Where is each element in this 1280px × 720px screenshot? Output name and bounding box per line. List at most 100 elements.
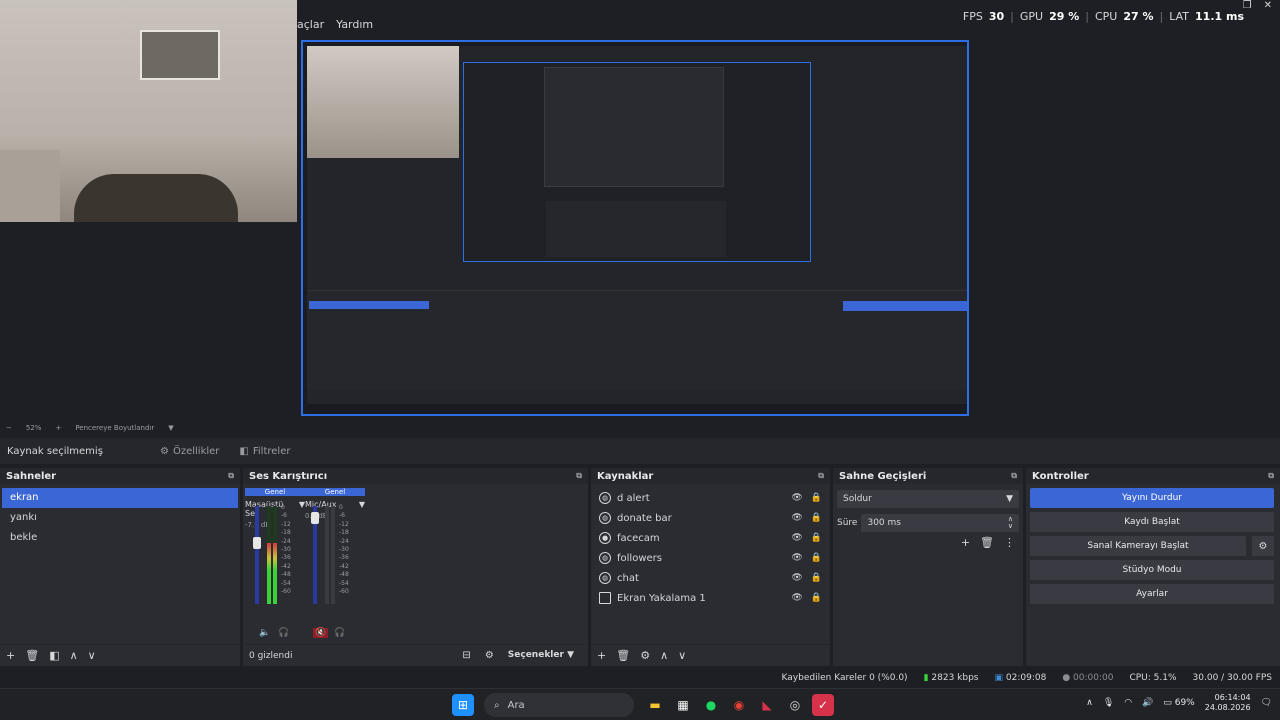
menu-item-tools[interactable]: açlar [297, 18, 324, 31]
level-meter-mic-r [331, 506, 335, 604]
windows-start-icon[interactable]: ⊞ [452, 694, 474, 716]
transition-select[interactable]: Soldur ▼ [837, 490, 1019, 508]
settings-icon[interactable]: ⚙ [485, 650, 494, 661]
wifi-icon[interactable]: ◠ [1124, 698, 1132, 708]
duration-spinbox[interactable]: 300 ms ∧ ∨ [861, 514, 1019, 532]
source-item[interactable]: Ekran Yakalama 1 👁 🔒 [591, 588, 830, 608]
scene-item-ekran[interactable]: ekran [2, 488, 238, 508]
move-down-icon[interactable]: ∨ [88, 649, 96, 662]
filter-icon[interactable]: ◧ [49, 649, 59, 662]
notification-icon[interactable]: 🗨 [1261, 698, 1272, 708]
add-icon[interactable]: + [597, 649, 606, 662]
stepper-icon[interactable]: ∧ ∨ [1008, 516, 1013, 530]
scene-item-yanki[interactable]: yankı [2, 508, 238, 528]
lock-icon[interactable]: 🔒 [811, 553, 822, 563]
gear-icon[interactable]: ⚙ [1252, 536, 1274, 556]
filters-button[interactable]: ◧ Filtreler [229, 446, 300, 457]
popout-icon[interactable]: ⧉ [228, 471, 234, 481]
spotify-icon[interactable]: ● [700, 694, 722, 716]
layout-icon[interactable]: ⊟ [462, 650, 470, 661]
obs-icon[interactable]: ◎ [784, 694, 806, 716]
stream-time: 02:09:08 [1005, 673, 1047, 683]
gear-icon[interactable]: ⚙ [640, 649, 650, 662]
eye-icon[interactable]: 👁 [791, 553, 802, 563]
eye-icon[interactable]: 👁 [791, 593, 802, 603]
trash-icon[interactable]: 🗑 [25, 649, 39, 662]
add-icon[interactable]: + [961, 536, 970, 549]
volume-icon[interactable]: 🔊 [1142, 698, 1153, 708]
preview-canvas[interactable] [301, 40, 969, 416]
source-item[interactable]: ◍ d alert 👁 🔒 [591, 488, 830, 508]
file-explorer-icon[interactable]: ▬ [644, 694, 666, 716]
sources-panel: Kaynaklar ⧉ ◍ d alert 👁 🔒 ◍ donate bar 👁 🔒 ● fac… [591, 468, 830, 666]
move-down-icon[interactable]: ∨ [678, 649, 686, 662]
source-item[interactable]: ● facecam 👁 🔒 [591, 528, 830, 548]
taskbar-search[interactable]: ⌕ Ara [484, 693, 634, 717]
source-item[interactable]: ◍ donate bar 👁 🔒 [591, 508, 830, 528]
start-recording-button[interactable]: Kaydı Başlat [1030, 512, 1274, 532]
battery-row[interactable]: ▭ 69% [1163, 698, 1194, 708]
chevron-down-icon[interactable]: ▼ [168, 424, 173, 432]
transition-tools: + 🗑 ⋮ [833, 536, 1023, 549]
app-icon[interactable]: ◣ [756, 694, 778, 716]
source-toolbar: Kaynak seçilmemiş ⚙ Özellikler ◧ Filtreler [0, 438, 1280, 464]
source-item[interactable]: ◍ chat 👁 🔒 [591, 568, 830, 588]
start-virtual-camera-button[interactable]: Sanal Kamerayı Başlat [1030, 536, 1246, 556]
add-icon[interactable]: + [6, 649, 15, 662]
monitor-icon [599, 592, 611, 604]
scene-item-bekle[interactable]: bekle [2, 528, 238, 548]
app-red-icon[interactable]: ✓ [812, 694, 834, 716]
lock-icon[interactable]: 🔒 [811, 513, 822, 523]
stream-time-row: ▣ 02:09:08 [995, 673, 1047, 683]
properties-label: Özellikler [172, 445, 220, 457]
close-icon[interactable]: ✕ [1264, 0, 1272, 11]
options-button[interactable]: Seçenekler ▼ [508, 650, 574, 661]
lock-icon[interactable]: 🔒 [811, 573, 822, 583]
eye-icon[interactable]: 👁 [791, 533, 802, 543]
mic-muted-icon[interactable]: 🔇 [313, 628, 329, 638]
studio-mode-button[interactable]: Stüdyo Modu [1030, 560, 1274, 580]
trash-icon[interactable]: 🗑 [616, 649, 630, 662]
battery-icon: ▭ [1163, 698, 1172, 708]
properties-button[interactable]: ⚙ Özellikler [150, 446, 229, 457]
more-icon[interactable]: ⋮ [1004, 536, 1015, 549]
eye-icon[interactable]: 👁 [791, 573, 802, 583]
stop-stream-button[interactable]: Yayını Durdur [1030, 488, 1274, 508]
speaker-icon[interactable]: 🔈 [259, 628, 270, 638]
move-up-icon[interactable]: ∧ [70, 649, 78, 662]
source-item[interactable]: ◍ followers 👁 🔒 [591, 548, 830, 568]
chrome-icon[interactable]: ◉ [728, 694, 750, 716]
zoom-out-icon[interactable]: − [6, 424, 12, 432]
popout-icon[interactable]: ⧉ [1011, 471, 1017, 481]
lock-icon[interactable]: 🔒 [811, 533, 822, 543]
eye-icon[interactable]: 👁 [791, 513, 802, 523]
meter-tick: -18 [281, 529, 291, 537]
popout-icon[interactable]: ⧉ [818, 471, 824, 481]
lock-icon[interactable]: 🔒 [811, 493, 822, 503]
menu-item-help[interactable]: Yardım [336, 18, 373, 31]
dropped-frames: Kaybedilen Kareler 0 (%0.0) [781, 673, 908, 683]
chevron-up-icon[interactable]: ∧ [1086, 698, 1093, 708]
zoom-in-icon[interactable]: + [55, 424, 61, 432]
eye-icon[interactable]: 👁 [791, 493, 802, 503]
scene-transitions-panel: Sahne Geçişleri ⧉ Soldur ▼ Süre 300 ms ∧ ∨ +… [833, 468, 1023, 666]
headphones-icon[interactable]: 🎧 [278, 628, 289, 638]
volume-slider-mic[interactable] [311, 511, 319, 524]
move-up-icon[interactable]: ∧ [660, 649, 668, 662]
restore-icon[interactable]: ❐ [1243, 0, 1252, 11]
settings-button[interactable]: Ayarlar [1030, 584, 1274, 604]
popout-icon[interactable]: ⧉ [576, 471, 582, 481]
microphone-icon[interactable]: 🎙 [1103, 698, 1114, 708]
store-icon[interactable]: ▦ [672, 694, 694, 716]
fps-label: FPS [962, 10, 983, 23]
source-name: donate bar [617, 512, 672, 524]
fit-to-window[interactable]: Pencereye Boyutlandır [75, 424, 154, 432]
popout-icon[interactable]: ⧉ [1268, 471, 1274, 481]
lock-icon[interactable]: 🔒 [811, 593, 822, 603]
clock[interactable]: 06:14:04 24.08.2026 [1205, 693, 1251, 713]
level-meter-desktop-r [273, 506, 277, 604]
trash-icon[interactable]: 🗑 [980, 536, 994, 549]
chevron-down-icon[interactable]: ▼ [359, 500, 365, 509]
headphones-icon[interactable]: 🎧 [334, 628, 345, 638]
volume-slider-desktop[interactable] [253, 537, 261, 550]
